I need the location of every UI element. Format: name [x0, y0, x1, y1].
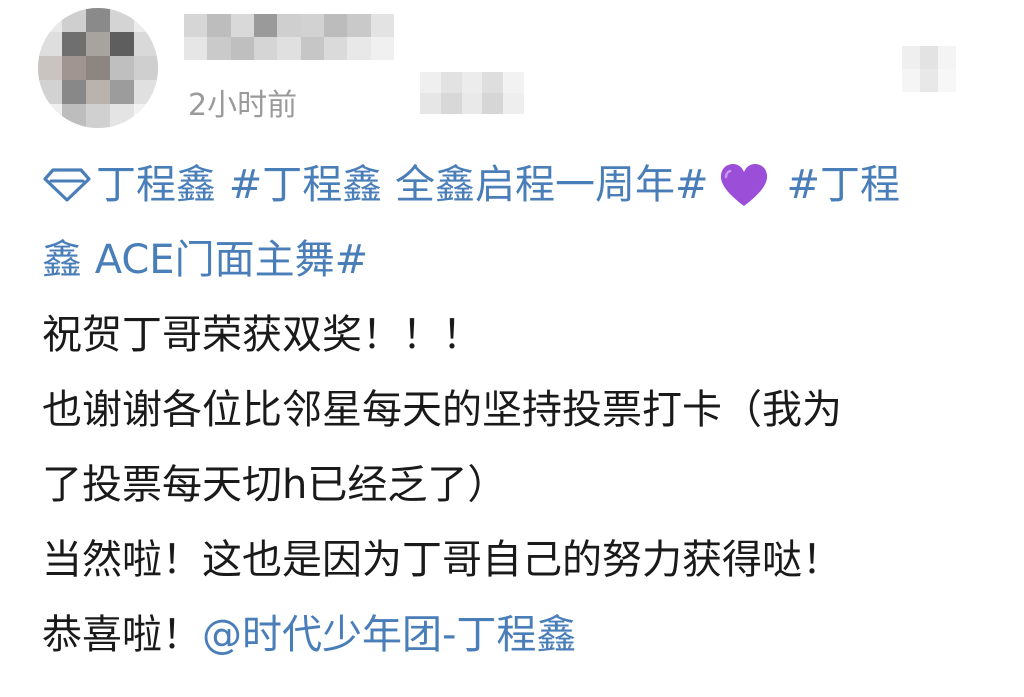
- hashtag-link-2-start[interactable]: #丁程: [786, 162, 900, 208]
- weibo-post: 2小时前 丁程鑫 #丁程鑫 全鑫启程一周年# #丁程 鑫 ACE门面主舞# 祝贺…: [0, 0, 1024, 697]
- hashtag-link-1[interactable]: #丁程鑫 全鑫启程一周年#: [229, 162, 709, 208]
- username-pixelated[interactable]: [184, 14, 394, 60]
- content-line-4: 也谢谢各位比邻星每天的坚持投票打卡（我为: [42, 387, 842, 433]
- content-line-5: 了投票每天切h已经乏了）: [42, 462, 508, 508]
- super-topic-label: 丁程鑫: [96, 162, 216, 208]
- super-topic-link[interactable]: 丁程鑫: [42, 162, 229, 208]
- content-line-1: 丁程鑫 #丁程鑫 全鑫启程一周年# #丁程: [42, 148, 1002, 223]
- content-line-3: 祝贺丁哥荣获双奖！！！: [42, 312, 482, 358]
- content-line-6: 当然啦！这也是因为丁哥自己的努力获得哒！: [42, 537, 842, 583]
- mention-link[interactable]: @时代少年团-丁程鑫: [202, 612, 576, 658]
- content-line-2: 鑫 ACE门面主舞#: [42, 223, 1002, 298]
- more-menu-pixelated[interactable]: [902, 46, 956, 92]
- diamond-icon: [43, 168, 91, 202]
- content-line-7-text: 恭喜啦！: [42, 612, 202, 658]
- post-time: 2小时前: [188, 88, 298, 123]
- hashtag-link-2-end[interactable]: 鑫 ACE门面主舞#: [42, 237, 368, 283]
- post-content: 丁程鑫 #丁程鑫 全鑫启程一周年# #丁程 鑫 ACE门面主舞# 祝贺丁哥荣获双…: [42, 148, 1002, 673]
- post-source-pixelated: [420, 72, 524, 114]
- avatar[interactable]: [38, 8, 158, 128]
- content-line-7: 恭喜啦！@时代少年团-丁程鑫: [42, 598, 1002, 673]
- purple-heart-icon: [721, 164, 768, 206]
